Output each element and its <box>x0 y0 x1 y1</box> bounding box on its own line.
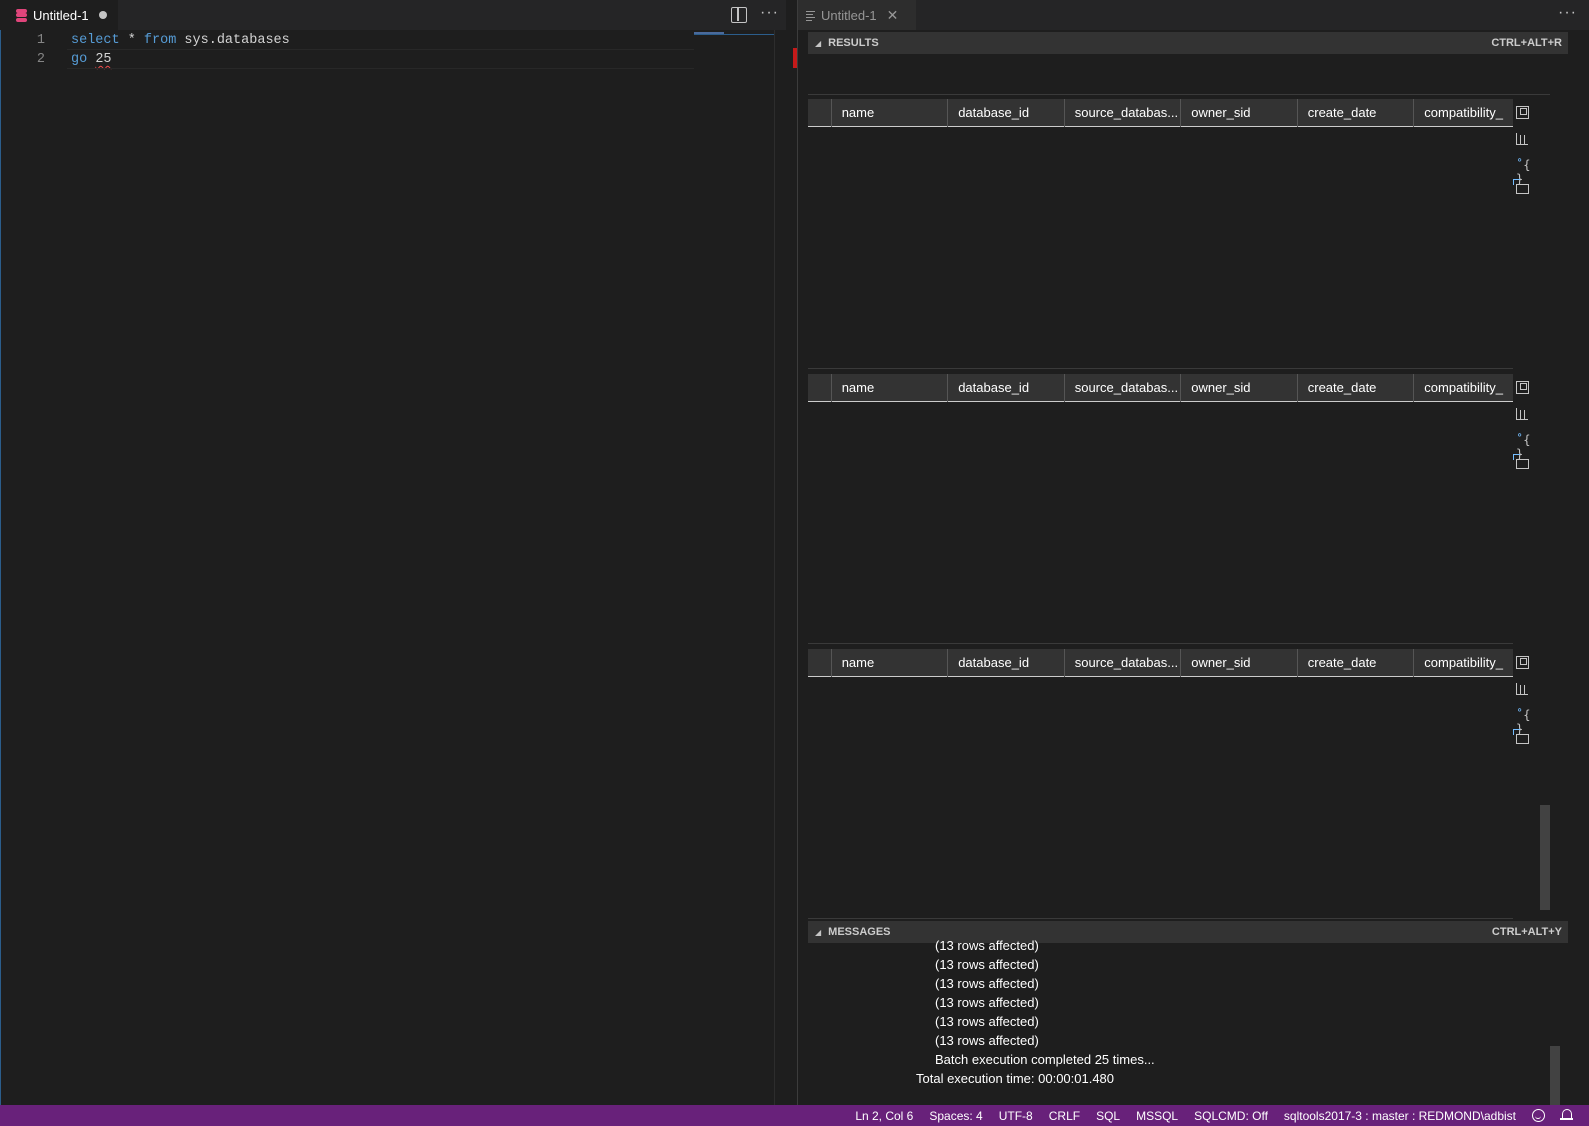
result-grid[interactable]: name database_id source_databas... owner… <box>808 99 1513 369</box>
line-number: 1 <box>36 33 45 48</box>
column-header[interactable]: owner_sid <box>1181 649 1298 677</box>
keyword-token: go <box>71 52 88 67</box>
message-line: (13 rows affected) <box>935 1033 1039 1048</box>
column-header[interactable]: source_databas... <box>1065 649 1182 677</box>
code-line[interactable]: 1 select * from sys.databases <box>1 31 694 50</box>
column-header[interactable]: database_id <box>948 99 1065 127</box>
results-shortcut: CTRL+ALT+R <box>1491 37 1562 49</box>
code-editor[interactable]: 1 select * from sys.databases 2 go 25 <box>0 30 786 1105</box>
keyword-token: from <box>143 33 177 48</box>
operator-token: * <box>119 33 144 48</box>
column-header[interactable]: owner_sid <box>1181 99 1298 127</box>
message-line: Batch execution completed 25 times... <box>935 1052 1155 1067</box>
grid-header-row: name database_id source_databas... owner… <box>808 649 1513 677</box>
column-header[interactable]: owner_sid <box>1181 374 1298 402</box>
results-tab-bar: Untitled-1 ✕ ··· <box>798 0 1589 30</box>
save-as-csv-icon[interactable] <box>1516 408 1528 420</box>
row-number-header[interactable] <box>808 99 832 127</box>
indentation[interactable]: Spaces: 4 <box>929 1109 982 1123</box>
query-results-group: Untitled-1 ✕ ··· ◢ RESULTS CTRL+ALT+R na… <box>797 0 1589 1106</box>
column-header[interactable]: name <box>832 649 949 677</box>
maximize-icon[interactable] <box>1516 106 1529 119</box>
connection-provider[interactable]: MSSQL <box>1136 1109 1178 1123</box>
save-as-csv-icon[interactable] <box>1516 133 1528 145</box>
minimap-slider <box>694 34 774 35</box>
collapse-triangle-icon[interactable]: ◢ <box>815 39 821 48</box>
result-grid[interactable]: name database_id source_databas... owner… <box>808 374 1513 644</box>
editor-tab-bar: Untitled-1 ··· <box>0 0 786 30</box>
messages-scrollbar-thumb[interactable] <box>1550 1046 1560 1106</box>
grid-header-row: name database_id source_databas... owner… <box>808 99 1513 127</box>
more-actions-icon[interactable]: ··· <box>760 4 779 22</box>
unsaved-dot-icon[interactable] <box>98 11 107 19</box>
cursor-position[interactable]: Ln 2, Col 6 <box>855 1109 913 1123</box>
sqlcmd-mode[interactable]: SQLCMD: Off <box>1194 1109 1268 1123</box>
results-panel-title: RESULTS <box>828 37 879 49</box>
status-bar: Ln 2, Col 6 Spaces: 4 UTF-8 CRLF SQL MSS… <box>0 1105 1589 1126</box>
editor-group-left: Untitled-1 ··· 1 select * from sys.datab… <box>0 0 786 1105</box>
code-line[interactable]: 2 go 25 <box>1 50 694 69</box>
maximize-icon[interactable] <box>1516 381 1529 394</box>
message-line: (13 rows affected) <box>935 1014 1039 1029</box>
results-tab[interactable]: Untitled-1 ✕ <box>798 0 916 30</box>
results-tab-title: Untitled-1 <box>821 7 877 23</box>
column-header[interactable]: create_date <box>1298 374 1415 402</box>
result-grid[interactable]: name database_id source_databas... owner… <box>808 649 1513 919</box>
save-as-json-icon[interactable]: ˚{ } <box>1516 708 1532 736</box>
column-header[interactable]: compatibility_ <box>1414 374 1513 402</box>
feedback-smiley-icon[interactable] <box>1532 1109 1545 1122</box>
database-icon <box>16 8 27 22</box>
column-header[interactable]: database_id <box>948 649 1065 677</box>
column-header[interactable]: source_databas... <box>1065 374 1182 402</box>
grid-header-row: name database_id source_databas... owner… <box>808 374 1513 402</box>
save-as-json-icon[interactable]: ˚{ } <box>1516 158 1532 186</box>
messages-list[interactable]: (13 rows affected) (13 rows affected) (1… <box>808 936 1560 1106</box>
maximize-icon[interactable] <box>1516 656 1529 669</box>
column-header[interactable]: create_date <box>1298 99 1415 127</box>
encoding[interactable]: UTF-8 <box>999 1109 1033 1123</box>
language-mode[interactable]: SQL <box>1096 1109 1120 1123</box>
save-as-json-icon[interactable]: ˚{ } <box>1516 433 1532 461</box>
column-header[interactable]: source_databas... <box>1065 99 1182 127</box>
message-line: (13 rows affected) <box>935 957 1039 972</box>
column-header[interactable]: name <box>832 99 949 127</box>
editor-tab[interactable]: Untitled-1 <box>0 0 118 30</box>
identifier-token: sys.databases <box>176 33 290 48</box>
column-header[interactable]: compatibility_ <box>1414 649 1513 677</box>
editor-scrollbar[interactable] <box>774 30 788 1105</box>
message-line: (13 rows affected) <box>935 938 1039 953</box>
column-header[interactable]: database_id <box>948 374 1065 402</box>
message-line: (13 rows affected) <box>935 995 1039 1010</box>
row-number-header[interactable] <box>808 374 832 402</box>
result-grid-area <box>808 53 1550 95</box>
save-as-excel-icon[interactable] <box>1513 729 1529 744</box>
row-number-header[interactable] <box>808 649 832 677</box>
message-line: (13 rows affected) <box>935 976 1039 991</box>
save-as-excel-icon[interactable] <box>1513 454 1529 469</box>
column-header[interactable]: name <box>832 374 949 402</box>
more-actions-icon[interactable]: ··· <box>1558 4 1577 22</box>
results-panel-header[interactable]: ◢ RESULTS CTRL+ALT+R <box>808 32 1568 54</box>
connection-info[interactable]: sqltools2017-3 : master : REDMOND\adbist <box>1284 1109 1516 1123</box>
end-of-line[interactable]: CRLF <box>1049 1109 1080 1123</box>
split-editor-icon[interactable] <box>731 7 747 23</box>
results-scrollbar-thumb[interactable] <box>1540 805 1550 910</box>
column-header[interactable]: compatibility_ <box>1414 99 1513 127</box>
editor-tab-title: Untitled-1 <box>33 7 89 23</box>
document-lines-icon <box>806 10 815 21</box>
notifications-bell-icon[interactable] <box>1560 1109 1573 1122</box>
total-execution-time: Total execution time: 00:00:01.480 <box>916 1071 1115 1086</box>
save-as-excel-icon[interactable] <box>1513 179 1529 194</box>
error-squiggle-token: 25 <box>95 52 112 67</box>
line-number: 2 <box>36 52 45 67</box>
keyword-token: select <box>71 33 120 48</box>
close-icon[interactable]: ✕ <box>887 7 899 24</box>
save-as-csv-icon[interactable] <box>1516 683 1528 695</box>
column-header[interactable]: create_date <box>1298 649 1415 677</box>
